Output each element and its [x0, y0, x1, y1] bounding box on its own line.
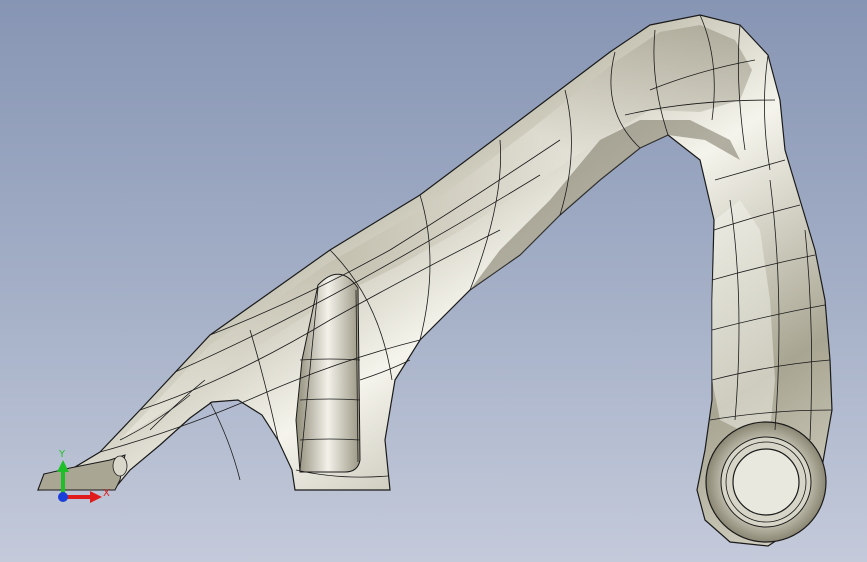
graphics-viewport[interactable]: Y X: [0, 0, 867, 562]
left-foot[interactable]: [37, 454, 126, 491]
3d-model-view[interactable]: [0, 0, 867, 562]
bearing-bore[interactable]: [732, 448, 800, 516]
